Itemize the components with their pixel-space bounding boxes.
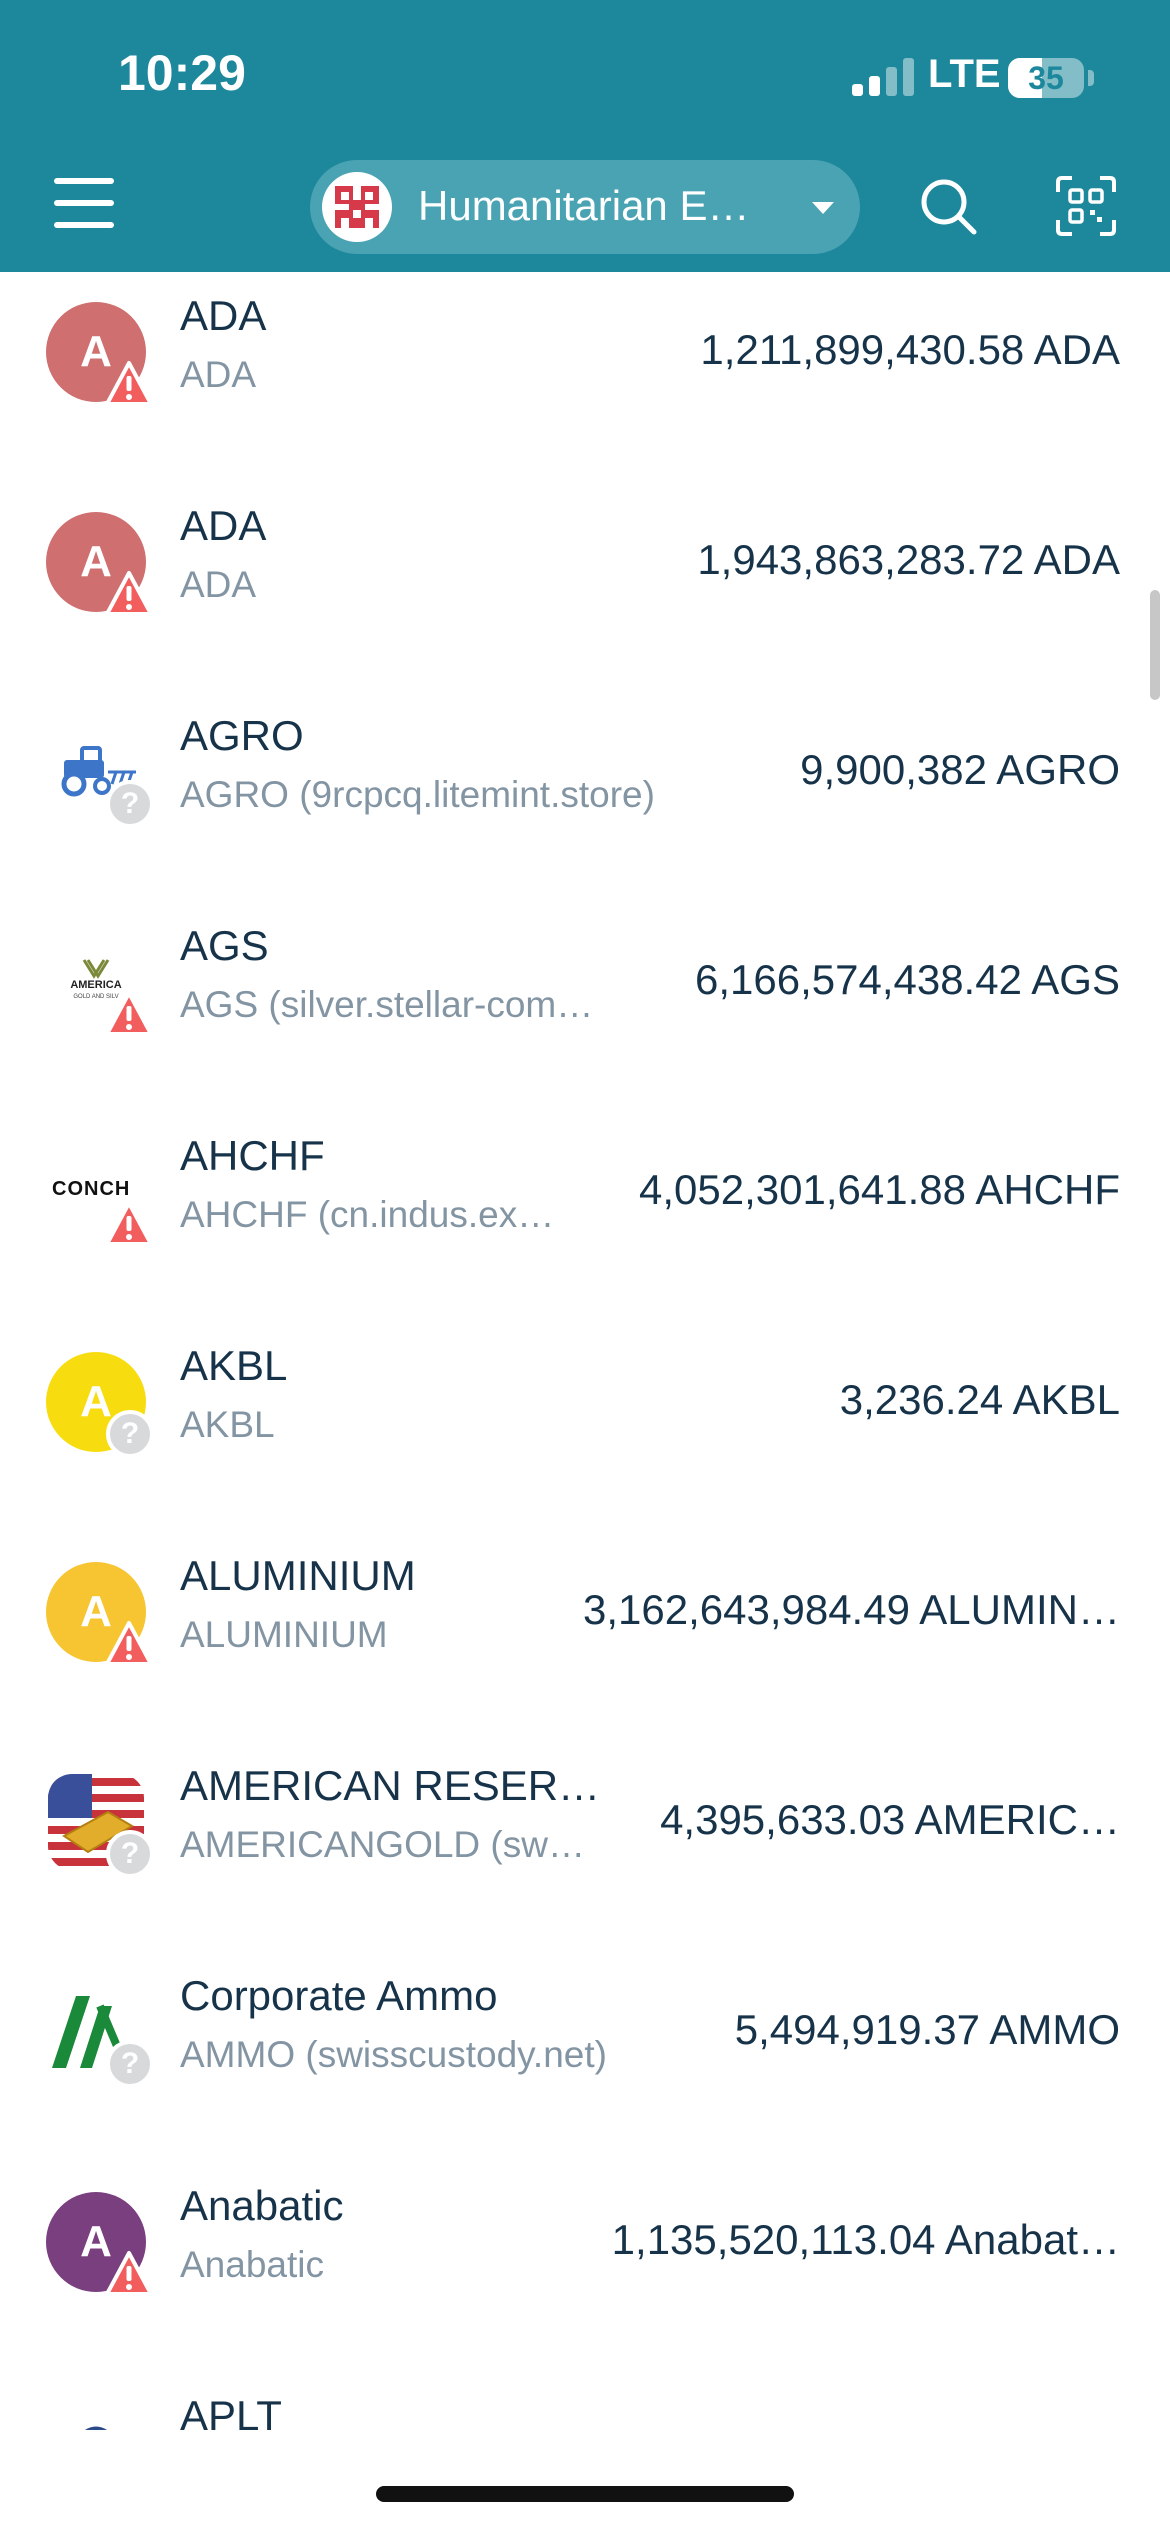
asset-name: AHCHF — [180, 1132, 325, 1179]
aplt-logo-icon — [84, 2426, 108, 2430]
unknown-asset-icon: ? — [106, 1410, 154, 1458]
warning-icon — [105, 571, 153, 616]
asset-icon: A — [46, 2192, 153, 2296]
asset-issuer: AMMO (swisscustody.net) — [180, 2034, 607, 2075]
asset-balance: 4,395,633.03 AMERIC… — [660, 1796, 1120, 1843]
network-type: LTE — [928, 52, 1001, 96]
asset-name: AKBL — [180, 1342, 288, 1389]
home-indicator[interactable] — [376, 2486, 794, 2502]
asset-name: ALUMINIUM — [180, 1552, 416, 1599]
asset-issuer: ADA — [180, 564, 257, 605]
menu-icon[interactable] — [54, 178, 114, 230]
asset-name: ADA — [180, 292, 267, 339]
asset-icon: A — [46, 512, 153, 616]
app-header: 10:29 LTE 35 Humanitarian E… — [0, 0, 1170, 272]
asset-name: APLT — [180, 2392, 282, 2430]
warning-icon — [105, 1201, 153, 1246]
asset-balance: 3,236.24 AKBL — [839, 1376, 1120, 1423]
asset-balance: 1,135,520,113.04 Anabat… — [611, 2216, 1120, 2263]
warning-icon — [105, 2251, 153, 2296]
warning-icon — [105, 991, 153, 1036]
scrollbar[interactable] — [1150, 590, 1160, 700]
asset-icon: ? — [46, 722, 154, 828]
asset-row[interactable]: A ADA ADA 1,943,863,283.72 ADA — [0, 500, 1170, 710]
conch-logo-icon: CONCH — [52, 1178, 131, 1200]
asset-issuer: ALUMINIUM — [180, 1614, 388, 1655]
asset-issuer: AGRO (9rcpcq.litemint.store) — [180, 774, 655, 815]
asset-balance: 1,211,899,430.58 ADA — [700, 326, 1120, 373]
asset-icon: CONCH — [46, 1142, 153, 1246]
asset-icon: A — [46, 302, 153, 406]
asset-row[interactable]: A Anabatic Anabatic 1,135,520,113.04 Ana… — [0, 2180, 1170, 2390]
asset-issuer: AMERICANGOLD (sw… — [180, 1824, 585, 1865]
asset-balance: 3,162,643,984.49 ALUMIN… — [582, 1586, 1120, 1633]
asset-issuer: ADA — [180, 354, 257, 395]
asset-icon: AMERICA GOLD AND SILV — [46, 932, 153, 1036]
asset-name: AGRO — [180, 712, 304, 759]
asset-name: Anabatic — [180, 2182, 344, 2229]
asset-icon: ? — [46, 1772, 154, 1878]
warning-icon — [105, 361, 153, 406]
asset-row[interactable]: ? Corporate Ammo AMMO (swisscustody.net)… — [0, 1970, 1170, 2180]
status-time: 10:29 — [118, 45, 246, 101]
asset-icon — [46, 2412, 146, 2430]
account-selector[interactable]: Humanitarian E… — [310, 160, 860, 254]
signal-strength-icon — [852, 58, 914, 96]
account-identicon-icon — [324, 174, 390, 240]
account-avatar — [322, 172, 392, 242]
unknown-asset-icon: ? — [106, 1830, 154, 1878]
asset-name: ADA — [180, 502, 267, 549]
asset-balance: 6,166,574,438.42 AGS — [694, 956, 1120, 1003]
asset-row[interactable]: A ADA ADA 1,211,899,430.58 ADA — [0, 290, 1170, 500]
battery-icon: 35 — [1008, 58, 1084, 98]
qr-scan-icon[interactable] — [1054, 174, 1118, 238]
search-icon[interactable] — [916, 174, 980, 238]
asset-issuer: AGS (silver.stellar-com… — [180, 984, 594, 1025]
unknown-asset-icon: ? — [106, 2040, 154, 2088]
asset-row[interactable]: ? AMERICAN RESER… AMERICANGOLD (sw… 4,39… — [0, 1760, 1170, 1970]
battery-level: 35 — [1028, 60, 1064, 96]
asset-row[interactable]: APLT — [0, 2390, 1170, 2430]
asset-row[interactable]: A ? AKBL AKBL 3,236.24 AKBL — [0, 1340, 1170, 1550]
asset-name: AMERICAN RESER… — [180, 1762, 601, 1809]
unknown-asset-icon: ? — [106, 780, 154, 828]
asset-row[interactable]: ? AGRO AGRO (9rcpcq.litemint.store) 9,90… — [0, 710, 1170, 920]
asset-issuer: AKBL — [180, 1404, 275, 1445]
asset-name: AGS — [180, 922, 269, 969]
asset-icon: A — [46, 1562, 153, 1666]
asset-issuer: AHCHF (cn.indus.ex… — [180, 1194, 555, 1235]
asset-balance: 5,494,919.37 AMMO — [734, 2006, 1120, 2053]
asset-icon: A ? — [46, 1352, 154, 1458]
battery-nub — [1088, 70, 1094, 86]
asset-icon: ? — [46, 1982, 154, 2088]
asset-row[interactable]: AMERICA GOLD AND SILV AGS AGS (silver.st… — [0, 920, 1170, 1130]
asset-row[interactable]: A ALUMINIUM ALUMINIUM 3,162,643,984.49 A… — [0, 1550, 1170, 1760]
asset-issuer: Anabatic — [180, 2244, 324, 2285]
warning-icon — [105, 1621, 153, 1666]
asset-name: Corporate Ammo — [180, 1972, 498, 2019]
asset-balance: 1,943,863,283.72 ADA — [697, 536, 1120, 583]
asset-balance: 4,052,301,641.88 AHCHF — [639, 1166, 1120, 1213]
asset-row[interactable]: CONCH AHCHF AHCHF (cn.indus.ex… 4,052,30… — [0, 1130, 1170, 1340]
asset-balance: 9,900,382 AGRO — [800, 746, 1120, 793]
account-name: Humanitarian E… — [418, 182, 750, 229]
chevron-down-icon — [812, 202, 834, 214]
